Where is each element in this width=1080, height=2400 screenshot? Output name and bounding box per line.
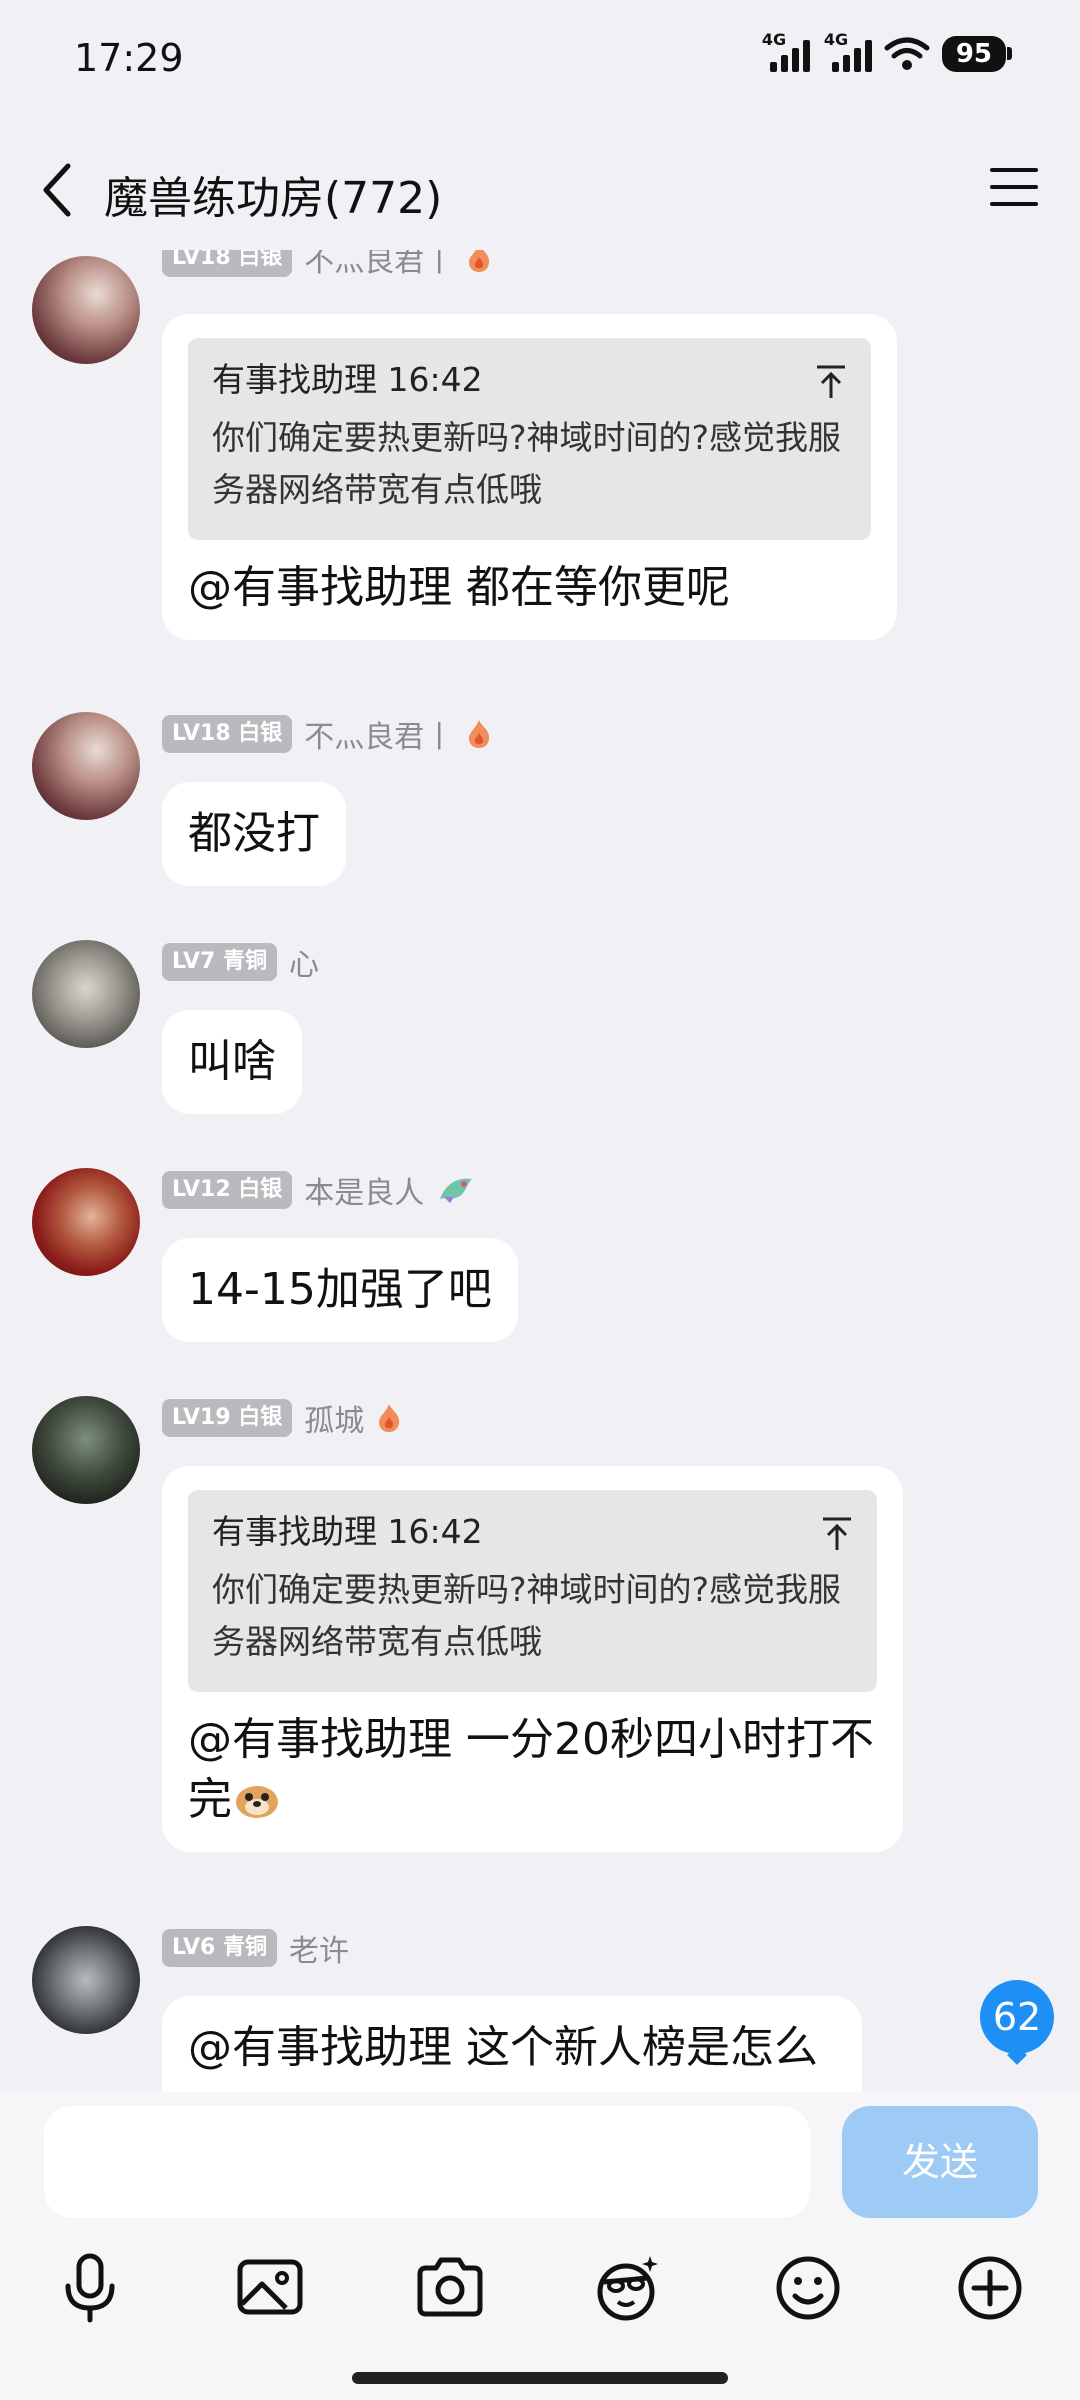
quoted-message[interactable]: 有事找助理 16:42 你们确定要热更新吗?神域时间的?感觉我服务器网络带宽有点… <box>188 1490 877 1692</box>
message-bubble[interactable]: 有事找助理 16:42 你们确定要热更新吗?神域时间的?感觉我服务器网络带宽有点… <box>162 314 897 640</box>
sticker-icon[interactable] <box>588 2248 668 2328</box>
level-badge: LV7 青铜 <box>162 943 277 981</box>
composer-toolbar <box>0 2248 1080 2348</box>
avatar[interactable] <box>32 1926 140 2034</box>
message-bubble[interactable]: @有事找助理 这个新人榜是怎么 <box>162 1996 862 2092</box>
network-type-label: 4G <box>761 30 787 49</box>
battery-indicator: 95 <box>941 36 1013 72</box>
sender-name[interactable]: 老许 <box>289 1926 349 1970</box>
sender-name[interactable]: 不灬良君丨 <box>304 712 454 756</box>
message-input[interactable] <box>44 2106 810 2218</box>
chat-header: 魔兽练功房(772) <box>0 120 1080 250</box>
level-badge: LV18 白银 <box>162 250 293 277</box>
quote-body: 你们确定要热更新吗?神域时间的?感觉我服务器网络带宽有点低哦 <box>212 1570 842 1661</box>
camera-icon[interactable] <box>410 2248 490 2328</box>
send-button[interactable]: 发送 <box>842 2106 1038 2218</box>
sender-name[interactable]: 不灬良君丨 <box>304 250 454 280</box>
sender-name[interactable]: 心 <box>289 940 319 984</box>
wifi-icon <box>884 37 930 70</box>
message-bubble[interactable]: 都没打 <box>162 782 346 886</box>
home-indicator[interactable] <box>352 2372 728 2384</box>
sender-name[interactable]: 本是良人 <box>304 1168 424 1212</box>
composer: 发送 <box>0 2092 1080 2400</box>
message-text: @有事找助理 都在等你更呢 <box>188 562 730 613</box>
quote-body: 你们确定要热更新吗?神域时间的?感觉我服务器网络带宽有点低哦 <box>212 418 842 509</box>
sender-meta: LV6 青铜 老许 <box>162 1926 349 1970</box>
microphone-icon[interactable] <box>50 2248 130 2328</box>
status-bar: 17:29 4G 4G 95 <box>0 0 1080 120</box>
plus-icon[interactable] <box>950 2248 1030 2328</box>
level-badge: LV19 白银 <box>162 1399 293 1437</box>
dragon-badge-icon <box>440 1178 473 1203</box>
quoted-message[interactable]: 有事找助理 16:42 你们确定要热更新吗?神域时间的?感觉我服务器网络带宽有点… <box>188 338 871 540</box>
sender-meta: LV19 白银 孤城 <box>162 1396 402 1440</box>
emoji-icon[interactable] <box>768 2248 848 2328</box>
avatar[interactable] <box>32 1396 140 1504</box>
flame-icon <box>469 250 490 272</box>
avatar[interactable] <box>32 940 140 1048</box>
hamburger-menu-icon[interactable] <box>988 164 1040 210</box>
level-badge: LV6 青铜 <box>162 1929 277 1967</box>
chevron-left-icon[interactable] <box>36 160 80 220</box>
cellular-signal-icon: 4G <box>824 30 872 72</box>
status-icons: 4G 4G 95 <box>762 30 1013 72</box>
avatar[interactable] <box>32 1168 140 1276</box>
network-type-label: 4G <box>823 30 849 49</box>
quote-header: 有事找助理 16:42 <box>212 1512 483 1551</box>
cellular-signal-icon: 4G <box>762 30 810 72</box>
unread-count-badge[interactable]: 62 <box>980 1980 1054 2054</box>
sender-meta: LV18 白银 不灬良君丨 <box>162 250 492 280</box>
message-bubble[interactable]: 14-15加强了吧 <box>162 1238 518 1342</box>
message-bubble[interactable]: 叫啥 <box>162 1010 302 1114</box>
dog-emoji-icon <box>236 1786 278 1818</box>
level-badge: LV12 白银 <box>162 1171 293 1209</box>
quote-header: 有事找助理 16:42 <box>212 360 483 399</box>
sender-name[interactable]: 孤城 <box>304 1396 364 1440</box>
page-title: 魔兽练功房(772) <box>104 173 443 224</box>
message-text: @有事找助理 一分20秒四小时打不完 <box>188 1710 877 1830</box>
status-time: 17:29 <box>74 36 184 80</box>
flame-icon <box>469 720 490 748</box>
message-list[interactable]: LV18 白银 不灬良君丨 有事找助理 16:42 你们确定要热更新吗?神域时间… <box>0 250 1080 2092</box>
avatar[interactable] <box>32 256 140 364</box>
message-bubble[interactable]: 有事找助理 16:42 你们确定要热更新吗?神域时间的?感觉我服务器网络带宽有点… <box>162 1466 903 1852</box>
arrow-up-to-line-icon[interactable] <box>815 364 847 400</box>
arrow-up-to-line-icon[interactable] <box>821 1516 853 1552</box>
sender-meta: LV18 白银 不灬良君丨 <box>162 712 492 756</box>
sender-meta: LV12 白银 本是良人 <box>162 1168 476 1212</box>
level-badge: LV18 白银 <box>162 715 293 753</box>
image-icon[interactable] <box>230 2248 310 2328</box>
message-text-content: @有事找助理 一分20秒四小时打不完 <box>188 1714 874 1825</box>
sender-meta: LV7 青铜 心 <box>162 940 319 984</box>
avatar[interactable] <box>32 712 140 820</box>
flame-icon <box>379 1404 400 1432</box>
